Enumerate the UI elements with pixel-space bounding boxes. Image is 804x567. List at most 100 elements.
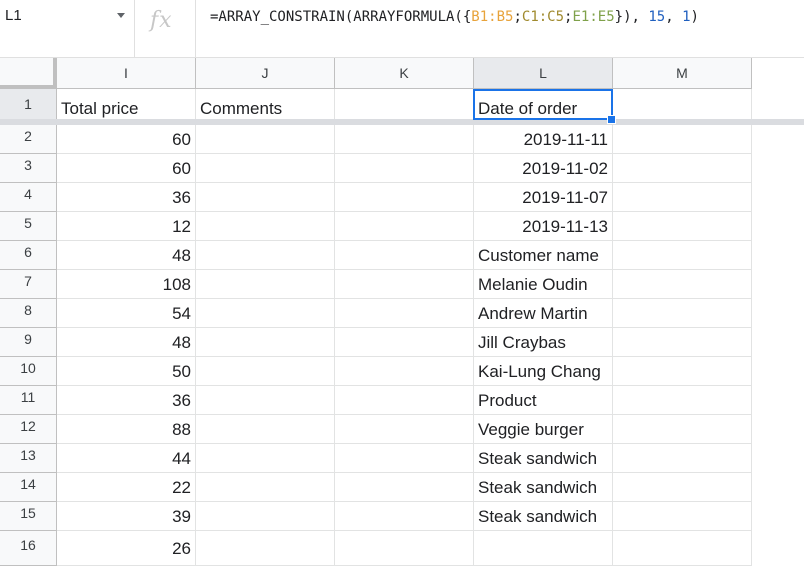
cell-j4[interactable] bbox=[196, 183, 335, 212]
chevron-down-icon[interactable] bbox=[117, 13, 125, 18]
freeze-divider[interactable] bbox=[0, 119, 804, 125]
row-header-14[interactable]: 14 bbox=[0, 473, 57, 502]
cell-i9[interactable]: 48 bbox=[57, 328, 196, 357]
cell-l13[interactable]: Steak sandwich bbox=[474, 444, 613, 473]
cell-i7[interactable]: 108 bbox=[57, 270, 196, 299]
row-header-11[interactable]: 11 bbox=[0, 386, 57, 415]
cell-i14[interactable]: 22 bbox=[57, 473, 196, 502]
cell-i15[interactable]: 39 bbox=[57, 502, 196, 531]
cell-k7[interactable] bbox=[335, 270, 474, 299]
cell-k15[interactable] bbox=[335, 502, 474, 531]
cell-i2[interactable]: 60 bbox=[57, 125, 196, 154]
cell-l10[interactable]: Kai-Lung Chang bbox=[474, 357, 613, 386]
cell-i8[interactable]: 54 bbox=[57, 299, 196, 328]
column-header-j[interactable]: J bbox=[196, 58, 335, 89]
fill-handle[interactable] bbox=[607, 115, 616, 124]
cell-m10[interactable] bbox=[613, 357, 752, 386]
cell-m7[interactable] bbox=[613, 270, 752, 299]
cell-l2[interactable]: 2019-11-11 bbox=[474, 125, 613, 154]
cell-i16[interactable]: 26 bbox=[57, 531, 196, 566]
cell-k6[interactable] bbox=[335, 241, 474, 270]
row-header-12[interactable]: 12 bbox=[0, 415, 57, 444]
column-header-i[interactable]: I bbox=[57, 58, 196, 89]
cell-k1[interactable] bbox=[335, 89, 474, 120]
cell-k12[interactable] bbox=[335, 415, 474, 444]
row-header-5[interactable]: 5 bbox=[0, 212, 57, 241]
row-header-4[interactable]: 4 bbox=[0, 183, 57, 212]
cell-j12[interactable] bbox=[196, 415, 335, 444]
cell-l3[interactable]: 2019-11-02 bbox=[474, 154, 613, 183]
cell-k11[interactable] bbox=[335, 386, 474, 415]
cell-m12[interactable] bbox=[613, 415, 752, 444]
cell-m14[interactable] bbox=[613, 473, 752, 502]
cell-i13[interactable]: 44 bbox=[57, 444, 196, 473]
column-header-m[interactable]: M bbox=[613, 58, 752, 89]
cell-l7[interactable]: Melanie Oudin bbox=[474, 270, 613, 299]
cell-j16[interactable] bbox=[196, 531, 335, 566]
cell-j15[interactable] bbox=[196, 502, 335, 531]
cell-i10[interactable]: 50 bbox=[57, 357, 196, 386]
cell-m1[interactable] bbox=[613, 89, 752, 120]
cell-m8[interactable] bbox=[613, 299, 752, 328]
cell-j11[interactable] bbox=[196, 386, 335, 415]
row-header-16[interactable]: 16 bbox=[0, 531, 57, 566]
cell-j9[interactable] bbox=[196, 328, 335, 357]
row-header-15[interactable]: 15 bbox=[0, 502, 57, 531]
cell-l15[interactable]: Steak sandwich bbox=[474, 502, 613, 531]
cell-i6[interactable]: 48 bbox=[57, 241, 196, 270]
row-header-10[interactable]: 10 bbox=[0, 357, 57, 386]
cell-j14[interactable] bbox=[196, 473, 335, 502]
row-header-1[interactable]: 1 bbox=[0, 89, 57, 120]
cell-m2[interactable] bbox=[613, 125, 752, 154]
cell-l4[interactable]: 2019-11-07 bbox=[474, 183, 613, 212]
cell-k10[interactable] bbox=[335, 357, 474, 386]
cell-j1[interactable]: Comments bbox=[196, 89, 335, 120]
row-header-9[interactable]: 9 bbox=[0, 328, 57, 357]
cell-i4[interactable]: 36 bbox=[57, 183, 196, 212]
formula-input[interactable]: =ARRAY_CONSTRAIN(ARRAYFORMULA({B1:B5;C1:… bbox=[210, 9, 699, 25]
row-header-8[interactable]: 8 bbox=[0, 299, 57, 328]
row-header-7[interactable]: 7 bbox=[0, 270, 57, 299]
cell-k2[interactable] bbox=[335, 125, 474, 154]
cell-k14[interactable] bbox=[335, 473, 474, 502]
cell-j13[interactable] bbox=[196, 444, 335, 473]
cell-k8[interactable] bbox=[335, 299, 474, 328]
cell-i11[interactable]: 36 bbox=[57, 386, 196, 415]
cell-l14[interactable]: Steak sandwich bbox=[474, 473, 613, 502]
cell-k4[interactable] bbox=[335, 183, 474, 212]
column-header-l[interactable]: L bbox=[474, 58, 613, 89]
cell-l12[interactable]: Veggie burger bbox=[474, 415, 613, 444]
cell-j8[interactable] bbox=[196, 299, 335, 328]
cell-m13[interactable] bbox=[613, 444, 752, 473]
cell-k13[interactable] bbox=[335, 444, 474, 473]
row-header-6[interactable]: 6 bbox=[0, 241, 57, 270]
cell-m16[interactable] bbox=[613, 531, 752, 566]
cell-l16[interactable] bbox=[474, 531, 613, 566]
cell-j6[interactable] bbox=[196, 241, 335, 270]
column-header-k[interactable]: K bbox=[335, 58, 474, 89]
cell-i5[interactable]: 12 bbox=[57, 212, 196, 241]
row-header-13[interactable]: 13 bbox=[0, 444, 57, 473]
cell-k3[interactable] bbox=[335, 154, 474, 183]
cell-k16[interactable] bbox=[335, 531, 474, 566]
cell-l8[interactable]: Andrew Martin bbox=[474, 299, 613, 328]
cell-m6[interactable] bbox=[613, 241, 752, 270]
cell-j7[interactable] bbox=[196, 270, 335, 299]
name-box[interactable]: L1 bbox=[0, 0, 134, 57]
cell-i3[interactable]: 60 bbox=[57, 154, 196, 183]
cell-k5[interactable] bbox=[335, 212, 474, 241]
cell-m4[interactable] bbox=[613, 183, 752, 212]
cell-l5[interactable]: 2019-11-13 bbox=[474, 212, 613, 241]
row-header-3[interactable]: 3 bbox=[0, 154, 57, 183]
cell-m9[interactable] bbox=[613, 328, 752, 357]
cell-j2[interactable] bbox=[196, 125, 335, 154]
cell-l6[interactable]: Customer name bbox=[474, 241, 613, 270]
cell-i12[interactable]: 88 bbox=[57, 415, 196, 444]
cell-m15[interactable] bbox=[613, 502, 752, 531]
cell-m3[interactable] bbox=[613, 154, 752, 183]
cell-j5[interactable] bbox=[196, 212, 335, 241]
cell-k9[interactable] bbox=[335, 328, 474, 357]
cell-l11[interactable]: Product bbox=[474, 386, 613, 415]
cell-j3[interactable] bbox=[196, 154, 335, 183]
cell-m11[interactable] bbox=[613, 386, 752, 415]
